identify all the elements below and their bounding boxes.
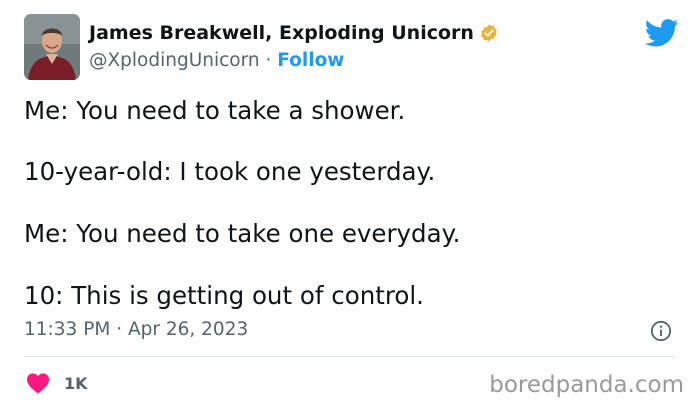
watermark: boredpanda.com — [489, 372, 684, 398]
tweet-line-3: Me: You need to take one everyday. — [24, 219, 461, 248]
avatar[interactable] — [24, 14, 80, 80]
timestamp-separator: · — [110, 319, 128, 340]
tweet-timestamp[interactable]: 11:33 PM · Apr 26, 2023 — [24, 319, 248, 340]
tweet-time: 11:33 PM — [24, 319, 111, 340]
tweet-line-4: 10: This is getting out of control. — [24, 281, 424, 310]
tweet-card: James Breakwell, Exploding Unicorn @Xplo… — [0, 0, 700, 410]
verified-badge-icon — [481, 24, 497, 42]
like-count: 1K — [64, 373, 88, 393]
tweet-line-2: 10-year-old: I took one yesterday. — [24, 157, 436, 186]
author-handle[interactable]: @XplodingUnicorn — [89, 50, 260, 71]
follow-button[interactable]: Follow — [277, 50, 344, 71]
tweet-line-1: Me: You need to take a shower. — [24, 96, 406, 125]
like-button[interactable]: 1K — [26, 372, 88, 394]
tweet-date: Apr 26, 2023 — [127, 319, 249, 340]
author-display-name[interactable]: James Breakwell, Exploding Unicorn — [89, 22, 474, 44]
info-icon[interactable] — [650, 320, 672, 342]
twitter-bird-icon[interactable] — [645, 19, 679, 47]
user-avatar-photo-icon — [24, 14, 80, 80]
author-handle-row: @XplodingUnicorn · Follow — [89, 50, 344, 71]
author-name-row: James Breakwell, Exploding Unicorn — [89, 22, 499, 44]
heart-icon — [27, 373, 49, 394]
handle-separator: · — [259, 50, 278, 71]
divider — [24, 356, 676, 357]
